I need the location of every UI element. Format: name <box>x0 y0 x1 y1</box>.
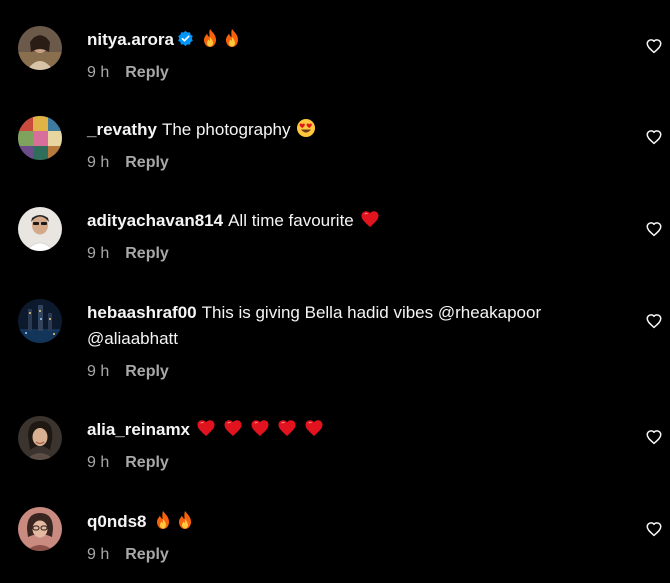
red-heart-emoji-icon <box>223 418 243 438</box>
username-link[interactable]: adityachavan814 <box>87 211 223 230</box>
avatar-photo-icon <box>18 116 62 160</box>
red-heart-emoji-icon <box>360 209 380 229</box>
heart-outline-icon <box>646 222 662 237</box>
red-heart-emoji-icon <box>277 418 297 438</box>
comment-meta: 9 h Reply <box>87 63 617 83</box>
verified-badge-icon <box>178 30 193 47</box>
comment-timestamp: 9 h <box>87 64 110 81</box>
reply-button[interactable]: Reply <box>125 362 169 382</box>
username-link[interactable]: alia_reinamx <box>87 420 190 439</box>
comment-line: hebaashraf00 This is giving Bella hadid v… <box>87 300 617 352</box>
comment-body: adityachavan814 All time favourite 9 h Rep… <box>87 208 617 264</box>
username-link[interactable]: hebaashraf00 <box>87 303 197 322</box>
comment-line: nitya.arora <box>87 27 617 53</box>
fire-emoji-icon <box>153 510 173 530</box>
avatar[interactable] <box>18 507 62 551</box>
comment-text: All time favourite <box>228 211 354 230</box>
reply-button[interactable]: Reply <box>125 453 169 473</box>
comment-body: nitya.arora 9 h Reply <box>87 27 617 83</box>
avatar-photo-icon <box>18 416 62 460</box>
reply-button[interactable]: Reply <box>125 545 169 565</box>
comment-text: The photography <box>161 120 291 139</box>
heart-outline-icon <box>646 522 662 537</box>
avatar-photo-icon <box>18 26 62 70</box>
avatar-photo-icon <box>18 207 62 251</box>
avatar[interactable] <box>18 299 62 343</box>
comment-body: alia_reinamx 9 h Reply <box>87 417 617 473</box>
username-link[interactable]: _revathy <box>87 120 157 139</box>
red-heart-emoji-icon <box>196 418 216 438</box>
username-link[interactable]: q0nds8 <box>87 512 147 531</box>
heart-outline-icon <box>646 430 662 445</box>
avatar[interactable] <box>18 416 62 460</box>
avatar[interactable] <box>18 26 62 70</box>
like-button[interactable] <box>645 312 663 330</box>
comments-list: nitya.arora 9 h Reply _revathy The photo… <box>0 0 670 583</box>
reply-button[interactable]: Reply <box>125 244 169 264</box>
heart-outline-icon <box>646 314 662 329</box>
fire-emoji-icon <box>175 510 195 530</box>
fire-emoji-icon <box>200 28 220 48</box>
heart-outline-icon <box>646 130 662 145</box>
avatar-photo-icon <box>18 299 62 343</box>
like-button[interactable] <box>645 220 663 238</box>
like-button[interactable] <box>645 37 663 55</box>
comment-meta: 9 h Reply <box>87 362 617 382</box>
red-heart-emoji-icon <box>250 418 270 438</box>
avatar-photo-icon <box>18 507 62 551</box>
comment-meta: 9 h Reply <box>87 153 617 173</box>
comment-body: q0nds8 9 h Reply <box>87 509 617 565</box>
reply-button[interactable]: Reply <box>125 63 169 83</box>
comment-meta: 9 h Reply <box>87 453 617 473</box>
heart-eyes-emoji-icon <box>296 118 316 138</box>
username-link[interactable]: nitya.arora <box>87 30 174 49</box>
comment-meta: 9 h Reply <box>87 545 617 565</box>
comment-timestamp: 9 h <box>87 245 110 262</box>
comment-body: hebaashraf00 This is giving Bella hadid v… <box>87 300 617 382</box>
fire-emoji-icon <box>222 28 242 48</box>
comment-line: adityachavan814 All time favourite <box>87 208 617 234</box>
comment-timestamp: 9 h <box>87 363 110 380</box>
comment-line: q0nds8 <box>87 509 617 535</box>
comment-line: alia_reinamx <box>87 417 617 443</box>
like-button[interactable] <box>645 128 663 146</box>
reply-button[interactable]: Reply <box>125 153 169 173</box>
comment-timestamp: 9 h <box>87 546 110 563</box>
comment-body: _revathy The photography 9 h Reply <box>87 117 617 173</box>
comment-meta: 9 h Reply <box>87 244 617 264</box>
heart-outline-icon <box>646 39 662 54</box>
like-button[interactable] <box>645 428 663 446</box>
comment-line: _revathy The photography <box>87 117 617 143</box>
avatar[interactable] <box>18 116 62 160</box>
like-button[interactable] <box>645 520 663 538</box>
comment-timestamp: 9 h <box>87 154 110 171</box>
red-heart-emoji-icon <box>304 418 324 438</box>
comment-timestamp: 9 h <box>87 454 110 471</box>
avatar[interactable] <box>18 207 62 251</box>
